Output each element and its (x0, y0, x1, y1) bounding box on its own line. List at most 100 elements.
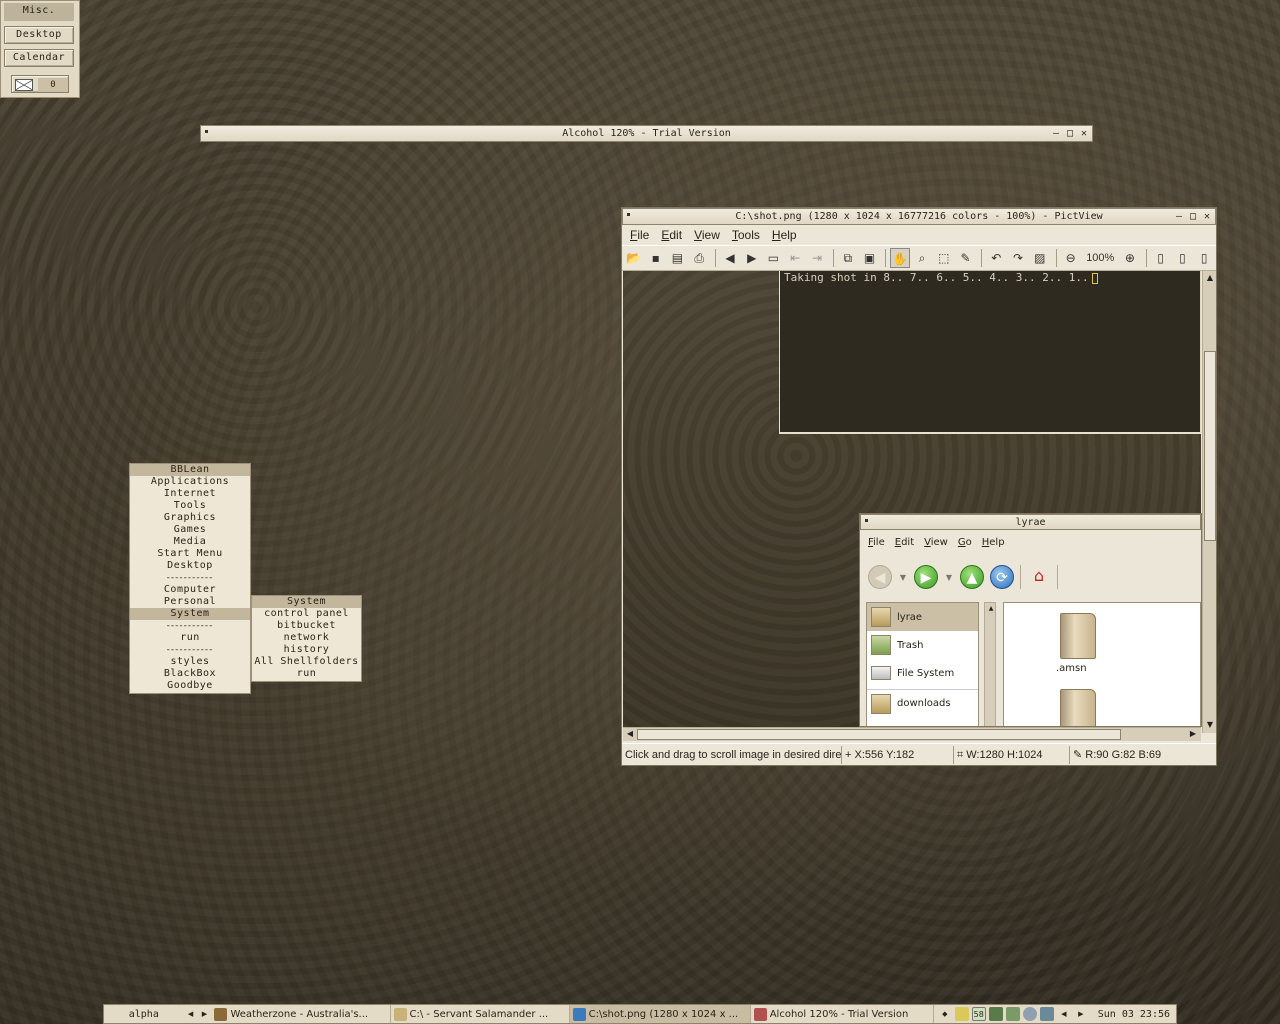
eyedropper-icon[interactable]: ✎ (956, 248, 976, 268)
sidebar-scrollbar[interactable]: ▲ (984, 602, 997, 726)
up-icon[interactable]: ▲ (960, 565, 984, 589)
menu-help[interactable]: Help (978, 533, 1009, 553)
mail-checker[interactable]: 0 (11, 75, 69, 93)
menu-item-applications[interactable]: Applications (130, 476, 250, 488)
scroll-right-icon[interactable]: ▶ (1187, 728, 1199, 740)
task-alcohol[interactable]: Alcohol 120% - Trial Version (751, 1005, 934, 1023)
rotate-right-icon[interactable]: ↷ (1008, 248, 1028, 268)
fit-page-icon[interactable]: ▯ (1151, 248, 1171, 268)
folder-icon[interactable] (1060, 613, 1096, 659)
place-trash[interactable]: Trash (867, 631, 978, 659)
zoom-tool-icon[interactable]: ⌕ (912, 248, 932, 268)
clock[interactable]: Sun 03 23:56 (1092, 1009, 1176, 1020)
window-menu-icon[interactable] (627, 213, 630, 216)
tray-right-icon[interactable]: ▶ (1074, 1007, 1088, 1021)
menu-item-computer[interactable]: Computer (130, 584, 250, 596)
back-icon[interactable]: ◀ (868, 565, 892, 589)
scroll-up-icon[interactable]: ▲ (985, 603, 997, 615)
calendar-icon[interactable]: 58 (971, 1007, 986, 1021)
calendar-button[interactable]: Calendar (4, 49, 74, 67)
vertical-scroll-thumb[interactable] (1204, 351, 1216, 541)
forward-dropdown-icon[interactable]: ▼ (944, 573, 954, 582)
save-icon[interactable]: ▪ (646, 248, 666, 268)
menu-item-goodbye[interactable]: Goodbye (130, 680, 250, 692)
prev-page-icon[interactable]: ⇤ (785, 248, 805, 268)
back-dropdown-icon[interactable]: ▼ (898, 573, 908, 582)
tray-left-icon[interactable]: ◀ (1057, 1007, 1071, 1021)
pictview-titlebar[interactable]: C:\shot.png (1280 x 1024 x 16777216 colo… (622, 208, 1216, 225)
task-weatherzone[interactable]: Weatherzone - Australia's... (211, 1005, 391, 1023)
folder-icon[interactable] (1060, 689, 1096, 726)
menu-item-control-panel[interactable]: control panel (252, 608, 361, 620)
menu-file[interactable]: File (626, 225, 653, 245)
menu-tools[interactable]: Tools (728, 225, 764, 245)
menu-item-all-shellfolders[interactable]: All Shellfolders (252, 656, 361, 668)
menu-item-graphics[interactable]: Graphics (130, 512, 250, 524)
window-menu-icon[interactable] (205, 130, 208, 133)
selection-icon[interactable]: ⬚ (934, 248, 954, 268)
menu-item-desktop[interactable]: Desktop (130, 560, 250, 572)
menu-go[interactable]: Go (954, 533, 976, 553)
horizontal-scrollbar[interactable]: ◀ ▶ (623, 727, 1201, 741)
menu-item-blackbox[interactable]: BlackBox (130, 668, 250, 680)
disc-icon[interactable] (1022, 1007, 1037, 1021)
monitor-icon[interactable] (1005, 1007, 1020, 1021)
menu-file[interactable]: File (864, 533, 889, 553)
zoom-out-icon[interactable]: ⊖ (1061, 248, 1081, 268)
properties-icon[interactable]: ▤ (668, 248, 688, 268)
home-icon[interactable]: ⌂ (1027, 565, 1051, 589)
next-page-icon[interactable]: ⇥ (807, 248, 827, 268)
effects-icon[interactable]: ▨ (1030, 248, 1050, 268)
reload-icon[interactable]: ⟳ (990, 565, 1014, 589)
menu-item-styles[interactable]: styles (130, 656, 250, 668)
menu-item-personal[interactable]: Personal (130, 596, 250, 608)
hand-icon[interactable]: ✋ (890, 248, 911, 268)
menu-item-internet[interactable]: Internet (130, 488, 250, 500)
fit-width-icon[interactable]: ▯ (1173, 248, 1193, 268)
next-workspace-icon[interactable]: ▶ (202, 1010, 207, 1018)
menu-edit[interactable]: Edit (891, 533, 918, 553)
forward-icon[interactable]: ▶ (914, 565, 938, 589)
copy-icon[interactable]: ⧉ (838, 248, 858, 268)
paste-icon[interactable]: ▣ (860, 248, 880, 268)
tray-prev-icon[interactable]: ◆ (938, 1007, 952, 1021)
network-icon[interactable] (988, 1007, 1003, 1021)
open-icon[interactable]: 📂 (624, 248, 644, 268)
menu-view[interactable]: View (690, 225, 724, 245)
scroll-up-icon[interactable]: ▲ (1204, 272, 1216, 284)
next-icon[interactable]: ▶ (742, 248, 762, 268)
menu-item-games[interactable]: Games (130, 524, 250, 536)
menu-item-tools[interactable]: Tools (130, 500, 250, 512)
zoom-select[interactable]: 100% ▾ (1082, 248, 1118, 284)
file-manager-titlebar[interactable]: lyrae (860, 514, 1201, 530)
place-file-system[interactable]: File System (867, 659, 978, 687)
desktop-button[interactable]: Desktop (4, 26, 74, 44)
menu-help[interactable]: Help (768, 225, 801, 245)
close-icon[interactable]: ✕ (1078, 127, 1090, 140)
minimize-icon[interactable]: ‒ (1050, 127, 1062, 140)
previous-icon[interactable]: ◀ (720, 248, 740, 268)
vertical-scrollbar[interactable]: ▲ ▼ (1202, 271, 1216, 733)
menu-item-start-menu[interactable]: Start Menu (130, 548, 250, 560)
rotate-left-icon[interactable]: ↶ (986, 248, 1006, 268)
volume-icon[interactable] (1039, 1007, 1054, 1021)
menu-item-run[interactable]: run (130, 632, 250, 644)
scroll-down-icon[interactable]: ▼ (1204, 719, 1216, 731)
task-salamander[interactable]: C:\ - Servant Salamander ... (391, 1005, 570, 1023)
misc-button[interactable]: Misc. (4, 3, 74, 21)
menu-edit[interactable]: Edit (657, 225, 686, 245)
horizontal-scroll-thumb[interactable] (637, 729, 1121, 740)
place-lyrae[interactable]: lyrae (867, 603, 978, 631)
menu-item-run[interactable]: run (252, 668, 361, 680)
minimize-icon[interactable]: ‒ (1173, 210, 1185, 223)
place-downloads[interactable]: downloads (867, 689, 978, 717)
menu-item-system[interactable]: System (130, 608, 250, 620)
zoom-in-icon[interactable]: ⊕ (1120, 248, 1140, 268)
menu-item-bitbucket[interactable]: bitbucket (252, 620, 361, 632)
alcohol-window-titlebar[interactable]: Alcohol 120% - Trial Version ‒ □ ✕ (200, 125, 1093, 142)
menu-view[interactable]: View (920, 533, 952, 553)
page-icon[interactable]: ▭ (764, 248, 784, 268)
scroll-left-icon[interactable]: ◀ (624, 728, 636, 740)
close-icon[interactable]: ✕ (1201, 210, 1213, 223)
actual-size-icon[interactable]: ▯ (1194, 248, 1214, 268)
